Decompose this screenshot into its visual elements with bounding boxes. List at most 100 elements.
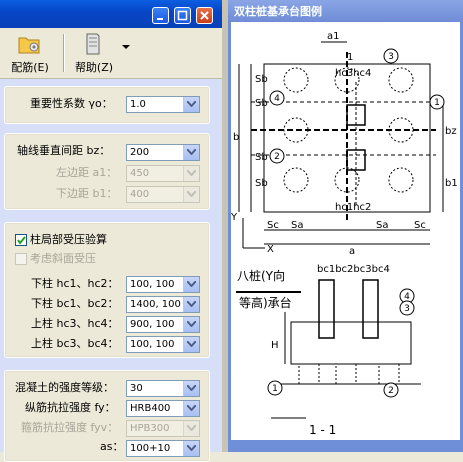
label-axis-y: Y — [231, 212, 238, 223]
chevron-down-icon — [187, 445, 196, 451]
as-select[interactable]: 100+10 — [126, 440, 200, 457]
importance-label: 重要性系数 γo： — [30, 97, 113, 110]
chevron-down-icon — [187, 385, 196, 391]
chevron-down-icon — [187, 281, 196, 287]
local-pressure-label: 柱局部受压验算 — [30, 233, 107, 246]
label-a1: a1 — [327, 31, 340, 42]
label-h: H — [271, 340, 279, 351]
concrete-select[interactable]: 30 — [126, 380, 200, 397]
label-section-mark: 1 — [347, 52, 353, 63]
label-sb-3: Sb — [255, 152, 268, 163]
callout-text-4: 4 — [274, 94, 280, 104]
checkmark-icon — [17, 236, 26, 245]
b1-value: 400 — [130, 189, 150, 200]
label-a: a — [349, 246, 355, 257]
importance-group: 重要性系数 γo： 1.0 — [4, 86, 210, 124]
label-hc3hc4: hc3hc4 — [335, 68, 371, 79]
caption-line-1: 八桩(Y向 — [237, 268, 285, 283]
help-book-icon — [86, 33, 100, 55]
bc34-label: 上柱 bc3、bc4： — [31, 337, 119, 350]
a1-value: 450 — [130, 168, 150, 179]
hc34-select[interactable]: 900, 100 — [126, 316, 200, 333]
label-sa-1: Sa — [291, 220, 303, 231]
hc12-label: 下柱 hc1、hc2： — [31, 277, 119, 290]
label-bc-section: bc1bc2bc3bc4 — [317, 264, 390, 275]
chevron-down-icon — [187, 101, 196, 107]
rebar-button[interactable]: 配筋(E) — [6, 32, 54, 74]
chevron-down-icon — [187, 149, 196, 155]
parameter-window: 配筋(E) 帮助(Z) 重要性系数 γo： 1.0 轴线垂直间距 bz： 200… — [0, 0, 222, 462]
help-label: 帮助(Z) — [74, 61, 114, 74]
folder-icon — [18, 37, 40, 54]
chevron-down-icon — [187, 170, 196, 176]
bc12-label: 下柱 bc1、bc2： — [31, 297, 119, 310]
hc34-value: 900, 100 — [130, 319, 175, 330]
label-sa-2: Sa — [376, 220, 388, 231]
bz-value: 200 — [130, 147, 150, 158]
label-sb-2: Sb — [255, 98, 268, 109]
chevron-down-icon — [187, 341, 196, 347]
caption-line-2: 等高)承台 — [239, 295, 292, 310]
callout-text-3: 3 — [388, 52, 394, 62]
minimize-icon — [157, 18, 163, 20]
fy-label: 纵筋抗拉强度 fy： — [25, 401, 116, 414]
fy-select[interactable]: HRB400 — [126, 400, 200, 417]
close-icon — [200, 11, 209, 20]
section-title: 1 - 1 — [309, 423, 336, 437]
a1-label: 左边距 a1： — [56, 166, 118, 179]
maximize-button[interactable] — [174, 7, 191, 24]
local-pressure-group: 柱局部受压验算 考虑斜面受压 下柱 hc1、hc2： 100, 100 下柱 b… — [4, 222, 210, 358]
rebar-label: 配筋(E) — [11, 61, 49, 74]
a1-select[interactable]: 450 — [126, 165, 200, 182]
close-button[interactable] — [196, 7, 213, 24]
fyv-label: 箍筋抗拉强度 fyv： — [21, 421, 119, 434]
bc34-select[interactable]: 100, 100 — [126, 336, 200, 353]
bc34-value: 100, 100 — [130, 339, 175, 350]
fy-value: HRB400 — [130, 403, 171, 414]
callout-text-2b: 2 — [388, 386, 394, 396]
label-b1: b1 — [445, 178, 458, 189]
label-axis-x: X — [267, 244, 274, 255]
chevron-down-icon — [187, 405, 196, 411]
b1-select[interactable]: 400 — [126, 186, 200, 203]
label-hc1hc2: hc1hc2 — [335, 202, 371, 213]
legend-drawing: a1 1 hc3hc4 hc1hc2 b bz b1 Sb Sb Sb Sb S… — [230, 22, 460, 440]
fyv-select[interactable]: HPB300 — [126, 420, 200, 437]
bc12-value: 1400, 100 — [130, 299, 181, 310]
dropdown-arrow-icon — [122, 45, 130, 49]
concrete-value: 30 — [130, 383, 143, 394]
slope-pressure-label: 考虑斜面受压 — [30, 252, 96, 265]
label-sc-2: Sc — [414, 220, 426, 231]
label-sb-4: Sb — [255, 178, 268, 189]
minimize-button[interactable] — [152, 7, 169, 24]
label-sb-1: Sb — [255, 74, 268, 85]
as-label: as： — [100, 440, 124, 453]
local-pressure-checkbox[interactable] — [15, 234, 27, 246]
bc12-select[interactable]: 1400, 100 — [126, 296, 200, 313]
legend-window: 双柱桩基承台图例 a1 1 hc3hc4 hc1hc2 b bz b1 Sb S… — [228, 0, 463, 452]
chevron-down-icon — [187, 425, 196, 431]
importance-select[interactable]: 1.0 — [126, 96, 200, 113]
help-button[interactable]: 帮助(Z) — [70, 32, 130, 74]
bz-select[interactable]: 200 — [126, 144, 200, 161]
materials-group: 混凝土的强度等级： 30 纵筋抗拉强度 fy： HRB400 箍筋抗拉强度 fy… — [4, 370, 210, 462]
legend-title: 双柱桩基承台图例 — [234, 5, 322, 18]
hc12-value: 100, 100 — [130, 279, 175, 290]
hc12-select[interactable]: 100, 100 — [126, 276, 200, 293]
label-sc-1: Sc — [267, 220, 279, 231]
bz-label: 轴线垂直间距 bz： — [17, 144, 111, 157]
callout-text-4b: 4 — [404, 292, 410, 302]
b1-label: 下边距 b1： — [56, 187, 118, 200]
callout-text-3b: 3 — [404, 304, 410, 314]
callout-text-1: 1 — [434, 98, 440, 108]
right-titlebar: 双柱桩基承台图例 — [228, 0, 463, 22]
label-bz: bz — [445, 126, 457, 137]
concrete-label: 混凝土的强度等级： — [15, 381, 114, 394]
maximize-icon — [177, 10, 188, 21]
as-value: 100+10 — [130, 443, 171, 454]
axis-group: 轴线垂直间距 bz： 200 左边距 a1： 450 下边距 b1： 400 — [4, 133, 210, 210]
section-cap — [290, 321, 412, 365]
slope-pressure-checkbox[interactable] — [15, 253, 27, 265]
callout-text-2: 2 — [274, 152, 280, 162]
callout-text-1b: 1 — [272, 384, 278, 394]
